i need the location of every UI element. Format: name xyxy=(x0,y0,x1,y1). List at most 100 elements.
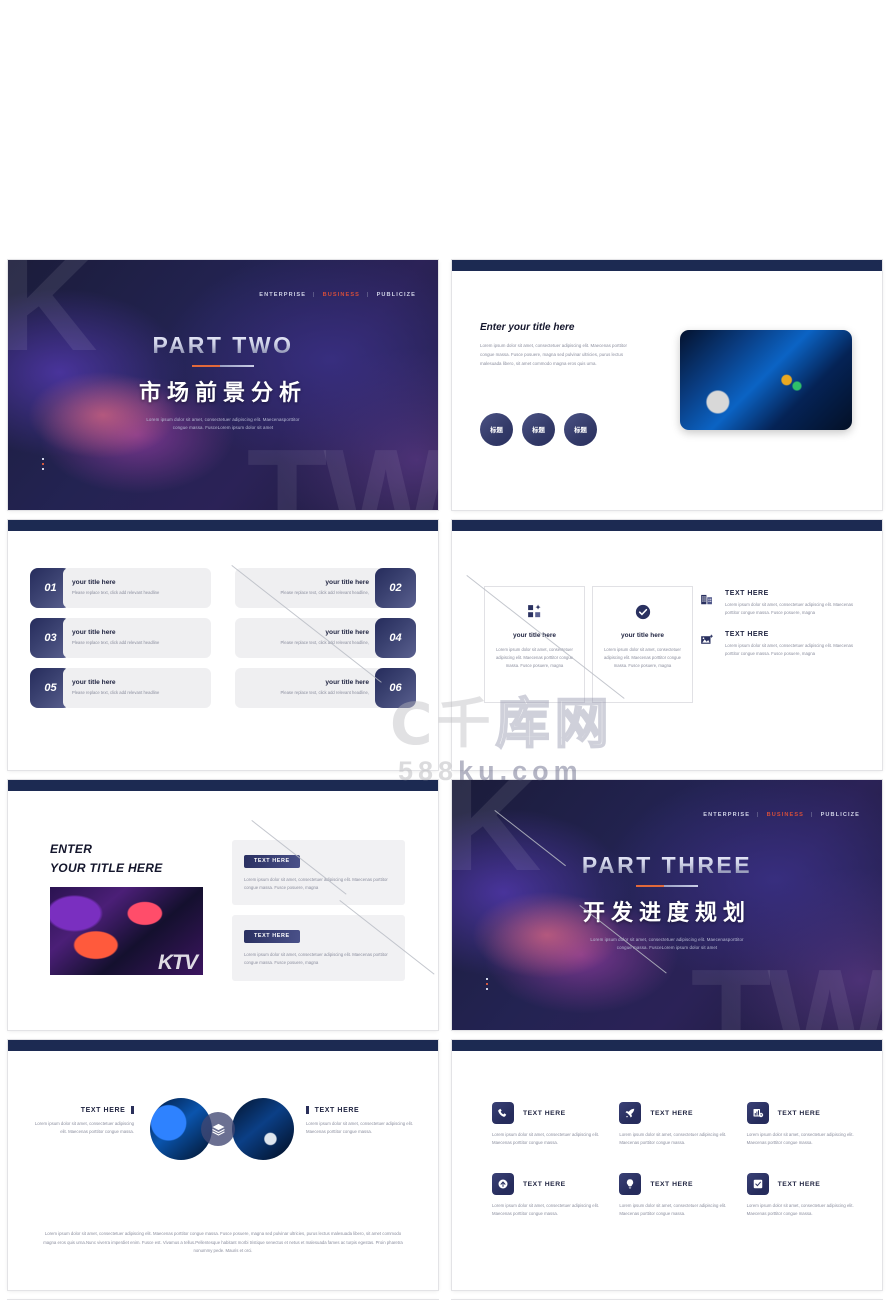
slide-thumbnail-title-with-pills[interactable]: Enter your title here Lorem ipsum dolor … xyxy=(452,260,882,510)
row-text: TEXT HERE Lorem ipsum dolor sit amet, co… xyxy=(725,590,864,617)
right-title-text: TEXT HERE xyxy=(314,1106,360,1114)
part-label: PART TWO xyxy=(8,332,438,359)
text-card-group: TEXT HERE Lorem ipsum dolor sit amet, co… xyxy=(232,840,405,991)
text-card[interactable]: TEXT HERE Lorem ipsum dolor sit amet, co… xyxy=(232,915,405,981)
check-circle-icon xyxy=(601,601,684,622)
row-body: Lorem ipsum dolor sit amet, consectetuer… xyxy=(725,602,854,615)
icon-block-header: TEXT HERE xyxy=(492,1173,603,1196)
pill-button[interactable]: 标题 xyxy=(480,413,513,446)
pill-button[interactable]: 标题 xyxy=(564,413,597,446)
slide-header-bar xyxy=(452,260,882,271)
card-title: your title here xyxy=(621,632,664,639)
icon-block[interactable]: TEXT HERE Lorem ipsum dolor sit amet, co… xyxy=(619,1102,730,1147)
image-add-icon xyxy=(700,631,716,658)
item-body: Please replace text, click add relevant … xyxy=(280,590,369,596)
icon-block-body: Lorem ipsum dolor sit amet, consectetuer… xyxy=(619,1203,727,1217)
title-line-1: ENTER xyxy=(50,842,93,856)
slide-thumbnail-enter-title-ktv[interactable]: ENTER YOUR TITLE HERE KTV TEXT HERE Lore… xyxy=(8,780,438,1030)
item-title: your title here xyxy=(325,629,369,637)
arrow-up-circle-icon xyxy=(492,1173,514,1196)
numbered-item[interactable]: 03 your title here Please replace text, … xyxy=(30,618,211,658)
text-block: Enter your title here Lorem ipsum dolor … xyxy=(480,322,630,368)
nav-separator: | xyxy=(757,812,760,818)
nav-business: BUSINESS xyxy=(766,812,804,818)
section-title-cn: 开发进度规划 xyxy=(582,899,751,925)
divider xyxy=(636,885,698,887)
part-label: PART THREE xyxy=(452,852,882,879)
hero-center: PART TWO 市场前景分析 Lorem ipsum dolor sit am… xyxy=(8,332,438,432)
icon-block[interactable]: TEXT HERE Lorem ipsum dolor sit amet, co… xyxy=(619,1173,730,1218)
numbered-grid: 01 your title here Please replace text, … xyxy=(30,568,416,708)
item-body: Please replace text, click add relevant … xyxy=(72,690,160,696)
item-body: Please replace text, click add relevant … xyxy=(280,690,369,696)
page-dots xyxy=(486,978,489,990)
section-subtitle: Lorem ipsum dolor sit amet, consectetuer… xyxy=(452,936,882,953)
chart-icon xyxy=(746,1102,769,1124)
nav-separator: | xyxy=(313,292,316,298)
card-chip: TEXT HERE xyxy=(244,854,300,868)
number-badge: 06 xyxy=(375,668,416,708)
venn-photo-right xyxy=(232,1098,294,1160)
feature-row[interactable]: TEXT HERE Lorem ipsum dolor sit amet, co… xyxy=(700,590,864,617)
page-dots xyxy=(42,458,45,470)
numbered-item[interactable]: 01 your title here Please replace text, … xyxy=(30,568,211,608)
divider xyxy=(192,365,254,367)
slide-header-bar xyxy=(8,1040,438,1051)
icon-block-title: TEXT HERE xyxy=(523,1180,566,1188)
icon-block-header: TEXT HERE xyxy=(619,1173,730,1196)
row-group: TEXT HERE Lorem ipsum dolor sit amet, co… xyxy=(700,590,864,672)
slide-thumbnail-part-two[interactable]: K TW ENTERPRISE | BUSINESS | PUBLICIZE P… xyxy=(8,260,438,510)
slide-thumbnail-numbered-list[interactable]: 01 your title here Please replace text, … xyxy=(8,520,438,770)
feature-card[interactable]: your title here Lorem ipsum dolor sit am… xyxy=(484,586,585,703)
icon-block[interactable]: TEXT HERE Lorem ipsum dolor sit amet, co… xyxy=(492,1173,603,1218)
pill-button[interactable]: 标题 xyxy=(522,413,555,446)
dj-deck-photo xyxy=(680,330,852,430)
card-body: Lorem ipsum dolor sit amet, consectetuer… xyxy=(495,647,574,668)
feature-card[interactable]: your title here Lorem ipsum dolor sit am… xyxy=(592,586,693,703)
checkbox-icon xyxy=(746,1173,769,1196)
icon-block[interactable]: TEXT HERE Lorem ipsum dolor sit amet, co… xyxy=(746,1102,858,1147)
feature-row[interactable]: TEXT HERE Lorem ipsum dolor sit amet, co… xyxy=(700,631,864,658)
card-group: your title here Lorem ipsum dolor sit am… xyxy=(484,586,693,703)
icon-block[interactable]: TEXT HERE Lorem ipsum dolor sit amet, co… xyxy=(492,1102,603,1147)
subtitle-line: Lorem ipsum dolor sit amet, consectetuer… xyxy=(590,936,744,942)
right-body: Lorem ipsum dolor sit amet, consectetuer… xyxy=(306,1121,413,1135)
slide-thumbnail-twin-circles[interactable]: TEXT HERE Lorem ipsum dolor sit amet, co… xyxy=(8,1040,438,1290)
slide-header-bar xyxy=(452,1040,882,1051)
numbered-item[interactable]: 05 your title here Please replace text, … xyxy=(30,668,211,708)
section-subtitle: Lorem ipsum dolor sit amet, consectetuer… xyxy=(8,416,438,433)
item-title: your title here xyxy=(72,579,116,587)
lightbulb-icon xyxy=(619,1173,642,1196)
numbered-item[interactable]: 04 your title here Please replace text, … xyxy=(235,618,416,658)
item-title: your title here xyxy=(72,679,116,687)
icon-block-body: Lorem ipsum dolor sit amet, consectetuer… xyxy=(746,1132,854,1146)
slide-header-bar xyxy=(8,780,438,791)
block-body: Lorem ipsum dolor sit amet, consectetuer… xyxy=(480,343,627,366)
icon-block-title: TEXT HERE xyxy=(777,1180,821,1188)
number-badge: 02 xyxy=(375,568,416,608)
icon-block-body: Lorem ipsum dolor sit amet, consectetuer… xyxy=(492,1132,599,1146)
hero-nav: ENTERPRISE | BUSINESS | PUBLICIZE xyxy=(259,292,416,298)
item-body: Please replace text, click add relevant … xyxy=(280,640,369,646)
icon-block-body: Lorem ipsum dolor sit amet, consectetuer… xyxy=(746,1203,854,1217)
right-title: TEXT HERE xyxy=(306,1106,416,1114)
nav-publicize: PUBLICIZE xyxy=(820,812,860,818)
slide-thumbnail-cards-and-rows[interactable]: your title here Lorem ipsum dolor sit am… xyxy=(452,520,882,770)
nav-separator: | xyxy=(367,292,370,298)
hero-center: PART THREE 开发进度规划 Lorem ipsum dolor sit … xyxy=(452,852,882,952)
icon-block-title: TEXT HERE xyxy=(650,1109,693,1117)
slide-thumbnail-part-three[interactable]: K TW ENTERPRISE | BUSINESS | PUBLICIZE P… xyxy=(452,780,882,1030)
section-title-cn: 市场前景分析 xyxy=(138,379,307,405)
slide-header-bar xyxy=(8,520,438,531)
text-card[interactable]: TEXT HERE Lorem ipsum dolor sit amet, co… xyxy=(232,840,405,906)
icon-block[interactable]: TEXT HERE Lorem ipsum dolor sit amet, co… xyxy=(746,1173,858,1218)
nav-business: BUSINESS xyxy=(322,292,360,298)
numbered-item[interactable]: 06 your title here Please replace text, … xyxy=(235,668,416,708)
slide-thumbnail-six-icon-blocks[interactable]: TEXT HERE Lorem ipsum dolor sit amet, co… xyxy=(452,1040,882,1290)
rocket-icon xyxy=(619,1102,642,1124)
phone-icon xyxy=(492,1102,514,1124)
subtitle-line: Lorem ipsum dolor sit amet, consectetuer… xyxy=(146,416,300,422)
nav-separator: | xyxy=(811,812,814,818)
number-text: your title here Please replace text, cli… xyxy=(235,568,383,608)
numbered-item[interactable]: 02 your title here Please replace text, … xyxy=(235,568,416,608)
